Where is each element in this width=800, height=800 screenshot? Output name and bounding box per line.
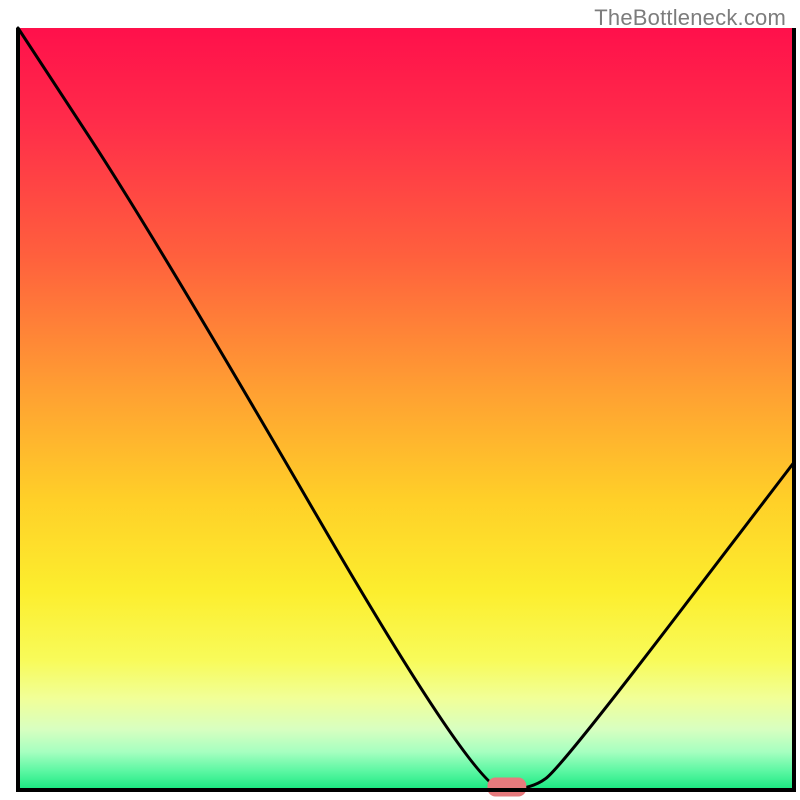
- watermark-text: TheBottleneck.com: [594, 5, 786, 31]
- bottleneck-chart: [0, 0, 800, 800]
- chart-container: TheBottleneck.com: [0, 0, 800, 800]
- optimal-marker: [487, 777, 526, 796]
- plot-background: [18, 28, 794, 790]
